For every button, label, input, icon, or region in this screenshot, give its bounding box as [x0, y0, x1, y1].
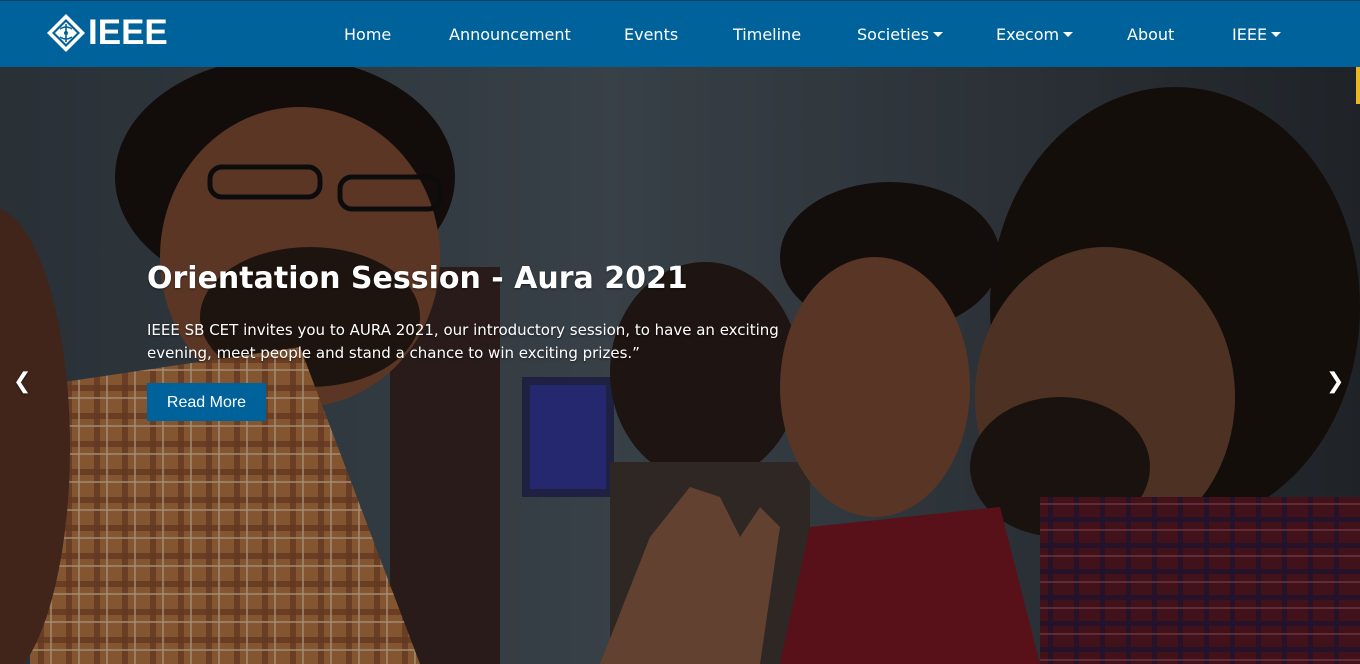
- nav-item-home[interactable]: Home: [344, 25, 391, 45]
- nav-item-label: Execom: [996, 25, 1060, 44]
- caret-down-icon: [1063, 32, 1074, 37]
- nav-item-label: Events: [624, 25, 679, 44]
- caret-down-icon: [1271, 32, 1282, 37]
- nav-item-label: About: [1127, 25, 1175, 44]
- logo-text: IEEE: [88, 13, 168, 52]
- nav-item-ieee[interactable]: IEEE: [1232, 25, 1282, 45]
- hero-carousel: Orientation Session - Aura 2021 IEEE SB …: [0, 67, 1360, 664]
- prev-slide-icon[interactable]: ❮: [13, 367, 31, 397]
- ieee-diamond-icon: [47, 14, 85, 52]
- nav-item-events[interactable]: Events: [624, 25, 678, 45]
- nav-item-label: Home: [344, 25, 392, 44]
- nav-item-execom[interactable]: Execom: [996, 25, 1074, 45]
- nav-item-label: IEEE: [1232, 25, 1268, 44]
- top-navbar: IEEE Home Announcement Events Timeline S…: [0, 0, 1360, 67]
- nav-item-label: Announcement: [449, 25, 571, 44]
- caret-down-icon: [932, 32, 943, 37]
- slide-title: Orientation Session - Aura 2021: [147, 261, 688, 296]
- ieee-logo[interactable]: IEEE: [46, 13, 168, 53]
- nav-item-announcement[interactable]: Announcement: [449, 25, 571, 45]
- read-more-button[interactable]: Read More: [147, 383, 266, 421]
- slide-description: IEEE SB CET invites you to AURA 2021, ou…: [147, 321, 779, 362]
- next-slide-icon[interactable]: ❯: [1326, 367, 1344, 397]
- nav-item-societies[interactable]: Societies: [857, 25, 943, 45]
- nav-item-label: Societies: [857, 25, 929, 44]
- accent-strip: [1356, 67, 1360, 104]
- hero-overlay: [0, 67, 1360, 664]
- nav-item-timeline[interactable]: Timeline: [733, 25, 801, 45]
- nav-item-label: Timeline: [733, 25, 802, 44]
- nav-item-about[interactable]: About: [1127, 25, 1174, 45]
- page: IEEE Home Announcement Events Timeline S…: [0, 0, 1360, 664]
